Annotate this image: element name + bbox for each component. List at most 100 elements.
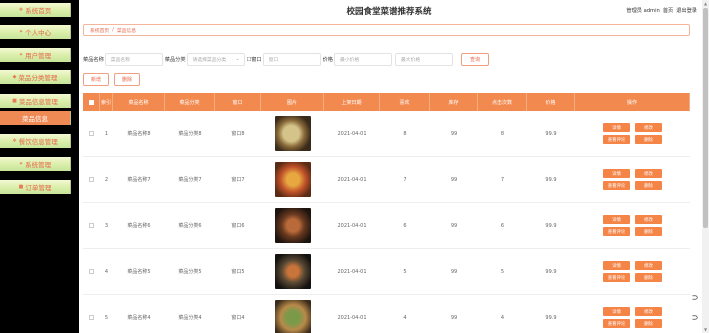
cell-clicks: 6 (500, 222, 505, 229)
cell-ops: 详情 修改 查看评论 删除 (575, 295, 690, 333)
cell-index: 1 (104, 130, 109, 137)
chevron-down-icon: ⌄ (235, 56, 240, 62)
cell-ops: 详情 修改 查看评论 删除 (575, 157, 690, 202)
review-button[interactable]: 查看评论 (603, 319, 630, 328)
price-filter-label: 价格 (322, 56, 333, 63)
row-checkbox[interactable] (89, 315, 94, 320)
table-header: 索引 菜品名称 菜品分类 窗口 图片 上架日期 喜欢 库存 点击次数 价格 操作 (83, 93, 690, 111)
floating-icon-top: ⊃ (691, 292, 699, 302)
detail-button[interactable]: 详情 (603, 215, 630, 224)
dish-image (274, 254, 311, 289)
review-button[interactable]: 查看评论 (603, 181, 630, 190)
header-image: 图片 (261, 93, 324, 111)
top-header: 校园食堂菜谱推荐系统 管理员 admin 首页 退出登录 (79, 0, 709, 21)
header-price: 价格 (527, 93, 575, 111)
review-button[interactable]: 查看评论 (603, 273, 630, 282)
sidebar-item-profile[interactable]: ✦ 个人中心 (0, 25, 71, 39)
dish-image (274, 116, 311, 151)
logout-link[interactable]: 退出登录 (676, 7, 697, 14)
review-button[interactable]: 查看评论 (603, 135, 630, 144)
row-checkbox[interactable] (89, 177, 94, 182)
cell-date: 2021-04-01 (337, 314, 367, 321)
cell-ops: 详情 修改 查看评论 删除 (575, 249, 690, 294)
system-title: 校园食堂菜谱推荐系统 (346, 7, 432, 17)
floating-toolbar[interactable]: ⊃ ⊃ (690, 287, 700, 327)
home-link[interactable]: 首页 (663, 7, 673, 14)
edit-button[interactable]: 修改 (635, 123, 662, 132)
price-min-input[interactable]: 最小价格 (333, 52, 392, 66)
sidebar-item-system[interactable]: ✦ 系统管理 (0, 157, 71, 171)
edit-button[interactable]: 修改 (635, 169, 662, 178)
cell-stock: 99 (450, 176, 458, 183)
row-actions: 详情 修改 查看评论 删除 (603, 123, 662, 144)
cell-name: 菜品名称6 (127, 223, 151, 229)
cell-price: 99.9 (545, 130, 557, 137)
scroll-up-arrow-icon[interactable]: ▲ (703, 1, 708, 6)
cell-like: 8 (403, 130, 407, 137)
row-delete-button[interactable]: 删除 (635, 319, 662, 328)
cell-price: 99.9 (545, 222, 557, 229)
delete-button[interactable]: 删除 (114, 73, 140, 86)
table-row: 3 菜品名称6 菜品分类6 窗口6 2021-04-01 6 99 6 99.9… (83, 203, 690, 249)
row-delete-button[interactable]: 删除 (635, 273, 662, 282)
scroll-thumb[interactable] (703, 8, 708, 228)
row-delete-button[interactable]: 删除 (635, 181, 662, 190)
select-all-checkbox[interactable] (88, 99, 94, 105)
category-filter-label: 菜品分类 (164, 56, 186, 63)
detail-button[interactable]: 详情 (603, 123, 630, 132)
name-filter-input[interactable]: 菜品名称 (104, 52, 163, 66)
sidebar-item-label: 订单管理 (25, 184, 52, 192)
cell-window: 窗口4 (231, 315, 245, 321)
scroll-down-arrow-icon[interactable]: ▼ (703, 327, 708, 332)
dish-image (274, 162, 311, 197)
search-button[interactable]: 查询 (460, 52, 489, 66)
breadcrumb-home[interactable]: 系统首页 (90, 27, 109, 34)
vertical-scrollbar[interactable]: ▲ ▼ (702, 0, 709, 333)
cell-image (261, 157, 324, 202)
cell-date: 2021-04-01 (337, 130, 367, 137)
header-index: 索引 (100, 93, 113, 111)
row-checkbox[interactable] (89, 269, 94, 274)
header-stock: 库存 (430, 93, 478, 111)
sidebar-item-users[interactable]: ✦ 用户管理 (0, 48, 71, 62)
sidebar-item-home[interactable]: ❖ 系统首页 (0, 3, 71, 17)
edit-button[interactable]: 修改 (635, 307, 662, 316)
floating-icon-bottom: ⊃ (691, 312, 699, 322)
sidebar-item-label: 菜品分类管理 (18, 74, 58, 82)
app-root: ❖ 系统首页 ✦ 个人中心 ✦ 用户管理 ◆ 菜品分类管理 ■ 菜品信息管理 菜… (0, 0, 709, 333)
sidebar-item-label: 个人中心 (25, 29, 52, 37)
header-like: 喜欢 (380, 93, 430, 111)
detail-button[interactable]: 详情 (603, 261, 630, 270)
edit-button[interactable]: 修改 (635, 215, 662, 224)
edit-button[interactable]: 修改 (635, 261, 662, 270)
cell-image (261, 203, 324, 248)
cell-price: 99.9 (545, 314, 557, 321)
review-button[interactable]: 查看评论 (603, 227, 630, 236)
cell-name: 菜品名称5 (127, 269, 151, 275)
cell-clicks: 7 (500, 176, 505, 183)
tag-icon: ◆ (12, 74, 17, 80)
sidebar-item-dish-info[interactable]: 菜品信息 (0, 111, 71, 125)
sidebar-item-orders[interactable]: ■ 订单管理 (0, 180, 71, 194)
window-filter-input[interactable]: 窗口 (262, 52, 321, 66)
header-window: 窗口 (215, 93, 261, 111)
price-max-input[interactable]: 最大价格 (394, 52, 453, 66)
action-bar: 新增 删除 (83, 73, 140, 86)
cell-date: 2021-04-01 (337, 222, 367, 229)
cell-index: 5 (104, 314, 109, 321)
cell-category: 菜品分类7 (178, 177, 202, 183)
detail-button[interactable]: 详情 (603, 307, 630, 316)
add-button[interactable]: 新增 (83, 73, 109, 86)
row-delete-button[interactable]: 删除 (635, 227, 662, 236)
detail-button[interactable]: 详情 (603, 169, 630, 178)
users-icon: ✦ (18, 52, 24, 58)
category-filter-select[interactable]: 请选择菜品分类 ⌄ (186, 52, 245, 66)
row-delete-button[interactable]: 删除 (635, 135, 662, 144)
row-checkbox[interactable] (89, 131, 94, 136)
sidebar-item-category[interactable]: ◆ 菜品分类管理 (0, 70, 71, 84)
row-checkbox[interactable] (89, 223, 94, 228)
sidebar-item-catering[interactable]: ❖ 餐饮信息管理 (0, 134, 71, 148)
sidebar-item-dish-mgmt[interactable]: ■ 菜品信息管理 (0, 94, 71, 108)
cell-name: 菜品名称4 (127, 315, 151, 321)
dish-image (274, 208, 311, 243)
